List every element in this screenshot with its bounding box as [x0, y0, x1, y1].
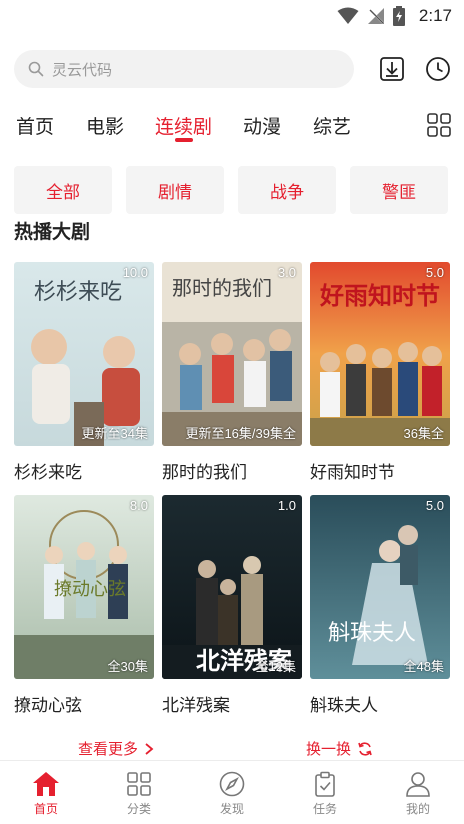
grid-icon — [427, 113, 451, 137]
card-title: 杉杉来吃 — [14, 463, 82, 482]
refresh-link[interactable]: 换一换 — [306, 738, 373, 759]
nav-label: 任务 — [312, 802, 337, 816]
nav-profile[interactable]: 我的 — [388, 771, 448, 817]
download-button[interactable] — [377, 54, 407, 84]
drama-card[interactable]: 斛珠夫人 5.0 全48集 斛珠夫人 — [310, 495, 450, 716]
status-bar: 2:17 — [0, 0, 464, 34]
nav-label: 首页 — [33, 802, 58, 816]
episode-badge: 更新至34集 — [81, 426, 148, 441]
category-icon — [127, 772, 151, 796]
tab-variety[interactable]: 综艺 — [313, 112, 351, 139]
view-more-label: 查看更多 — [78, 741, 139, 758]
search-icon — [28, 61, 44, 77]
rating-badge: 3.0 — [277, 265, 296, 280]
poster-title-text: 斛珠夫人 — [328, 621, 417, 646]
tab-movie[interactable]: 电影 — [86, 112, 124, 139]
rating-badge: 8.0 — [129, 498, 148, 513]
battery-icon — [392, 6, 405, 26]
poster: 撩动心弦 8.0 全30集 — [14, 495, 154, 679]
nav-category[interactable]: 分类 — [109, 771, 169, 817]
poster: 杉杉来吃 10.0 更新至34集 — [14, 262, 154, 446]
episode-badge: 全30集 — [107, 659, 148, 674]
refresh-icon — [358, 741, 372, 756]
nav-label: 发现 — [219, 802, 244, 816]
chevron-right-icon — [145, 742, 154, 755]
section-title: 热播大剧 — [14, 222, 91, 243]
poster: 那时的我们 3.0 更新至16集/39集全 — [162, 262, 302, 446]
card-title: 那时的我们 — [162, 463, 247, 482]
episode-badge: 全48集 — [403, 659, 444, 674]
all-categories-button[interactable] — [426, 112, 452, 138]
home-icon — [33, 772, 59, 796]
filter-war[interactable]: 战争 — [238, 166, 336, 214]
nav-label: 我的 — [405, 802, 430, 816]
rating-badge: 5.0 — [425, 498, 444, 513]
card-title: 撩动心弦 — [14, 696, 82, 715]
poster: 好雨知时节 5.0 36集全 — [310, 262, 450, 446]
filter-all[interactable]: 全部 — [14, 166, 112, 214]
download-icon — [380, 57, 404, 81]
poster: 北洋残案 1.0 全12集 — [162, 495, 302, 679]
nav-home[interactable]: 首页 — [16, 771, 76, 817]
nav-label: 分类 — [126, 802, 151, 816]
tab-anime[interactable]: 动漫 — [243, 112, 281, 139]
bottom-nav: 首页 分类 发现 任务 我的 — [0, 760, 464, 824]
rating-badge: 5.0 — [425, 265, 444, 280]
clipboard-icon — [315, 771, 335, 797]
nav-discover[interactable]: 发现 — [202, 771, 262, 817]
poster-title-text: 杉杉来吃 — [34, 280, 123, 305]
tab-series[interactable]: 连续剧 — [155, 112, 212, 139]
episode-badge: 36集全 — [403, 426, 444, 441]
rating-badge: 10.0 — [122, 265, 148, 280]
drama-card[interactable]: 杉杉来吃 10.0 更新至34集 杉杉来吃 — [14, 262, 154, 483]
rating-badge: 1.0 — [277, 498, 296, 513]
view-more-link[interactable]: 查看更多 — [78, 738, 154, 759]
episode-badge: 全12集 — [255, 659, 296, 674]
user-icon — [406, 772, 430, 797]
history-button[interactable] — [423, 54, 453, 84]
clock-icon — [426, 57, 450, 81]
filter-drama[interactable]: 剧情 — [126, 166, 224, 214]
drama-card[interactable]: 好雨知时节 5.0 36集全 好雨知时节 — [310, 262, 450, 483]
drama-card[interactable]: 北洋残案 1.0 全12集 北洋残案 — [162, 495, 302, 716]
compass-icon — [219, 771, 245, 797]
card-title: 斛珠夫人 — [310, 696, 378, 715]
drama-card[interactable]: 撩动心弦 8.0 全30集 撩动心弦 — [14, 495, 154, 716]
nav-tasks[interactable]: 任务 — [295, 771, 355, 817]
active-tab-indicator — [175, 138, 193, 142]
search-placeholder: 灵云代码 — [52, 61, 113, 79]
card-title: 北洋残案 — [162, 696, 230, 715]
tab-home[interactable]: 首页 — [16, 112, 54, 139]
search-input[interactable]: 灵云代码 — [14, 50, 354, 88]
poster-title-text: 那时的我们 — [172, 276, 272, 300]
no-signal-icon — [367, 8, 384, 24]
refresh-label: 换一换 — [306, 741, 352, 758]
drama-card[interactable]: 那时的我们 3.0 更新至16集/39集全 那时的我们 — [162, 262, 302, 483]
poster: 斛珠夫人 5.0 全48集 — [310, 495, 450, 679]
poster-title-text: 好雨知时节 — [320, 281, 440, 310]
wifi-icon — [337, 7, 359, 24]
category-tabs: 首页 电影 连续剧 动漫 综艺 — [16, 112, 436, 146]
status-time: 2:17 — [418, 6, 452, 25]
poster-title-text: 撩动心弦 — [54, 579, 126, 600]
episode-badge: 更新至16集/39集全 — [185, 426, 296, 441]
filter-police[interactable]: 警匪 — [350, 166, 448, 214]
card-title: 好雨知时节 — [310, 463, 395, 482]
